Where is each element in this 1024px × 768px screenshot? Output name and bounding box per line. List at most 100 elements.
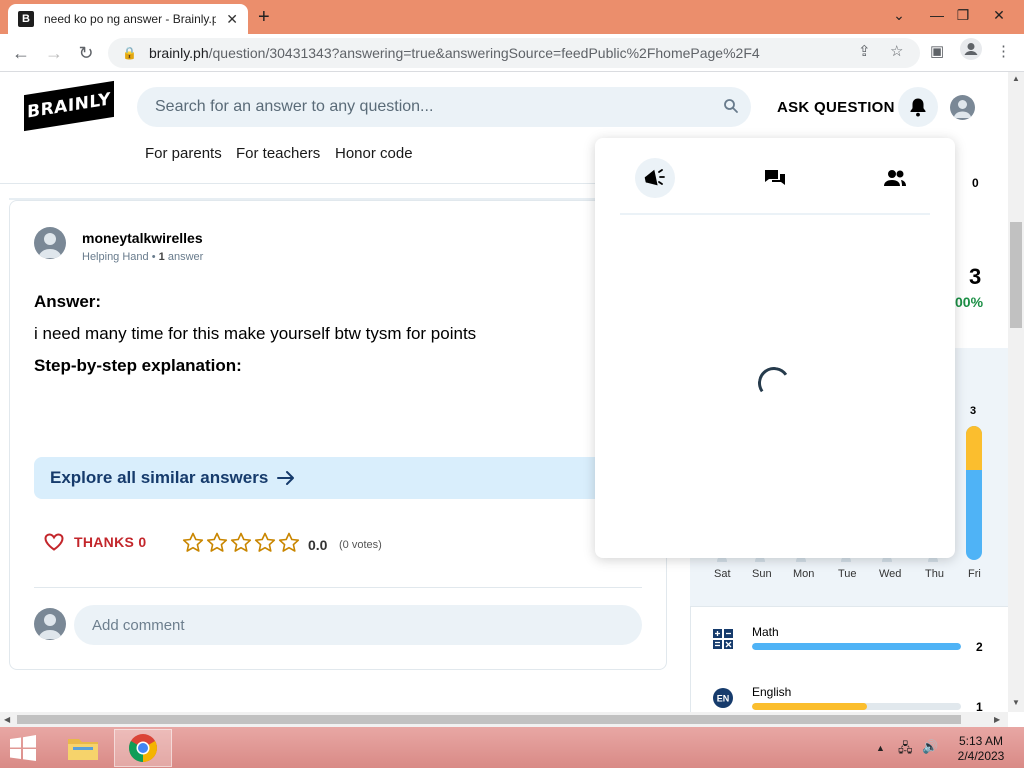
tray-expand-icon[interactable]: ▲: [876, 743, 885, 753]
explore-similar-answers-button[interactable]: Explore all similar answers: [34, 457, 614, 499]
star-icon[interactable]: [182, 532, 204, 553]
profile-icon[interactable]: [960, 38, 982, 64]
ask-question-button[interactable]: ASK QUESTION: [777, 99, 895, 116]
close-window-button[interactable]: ✕: [976, 0, 1022, 30]
new-tab-button[interactable]: +: [258, 6, 270, 29]
popup-tab-announcements[interactable]: [635, 158, 675, 198]
subject-count-math: 2: [976, 640, 983, 654]
activity-bar-friday: [966, 426, 982, 560]
horizontal-scroll-thumb[interactable]: [17, 715, 961, 724]
user-avatar[interactable]: [950, 95, 975, 120]
scroll-left-icon[interactable]: ◀: [4, 715, 10, 724]
close-tab-icon[interactable]: ✕: [226, 11, 238, 28]
taskbar-file-explorer[interactable]: [54, 729, 112, 767]
scroll-down-icon[interactable]: ▼: [1012, 698, 1020, 707]
browser-tab[interactable]: B need ko po ng answer - Brainly.ph ✕: [8, 4, 248, 34]
star-icon[interactable]: [206, 532, 228, 553]
explore-label: Explore all similar answers: [50, 468, 269, 487]
horizontal-scrollbar[interactable]: ◀ ▶: [0, 712, 1008, 727]
network-icon[interactable]: 🖧: [898, 739, 913, 761]
windows-start-icon[interactable]: [8, 735, 38, 761]
commenter-avatar: [34, 608, 66, 640]
url-text: brainly.ph/question/30431343?answering=t…: [148, 45, 760, 61]
votes-count: (0 votes): [339, 539, 382, 551]
comment-box[interactable]: [74, 605, 642, 645]
popup-tab-messages[interactable]: [755, 158, 795, 198]
subject-name-english: English: [752, 685, 792, 699]
scroll-right-icon[interactable]: ▶: [994, 715, 1000, 724]
clock-time: 5:13 AM: [958, 734, 1004, 748]
star-icon[interactable]: [278, 532, 300, 553]
day-label-thu: Thu: [925, 568, 944, 580]
stat-big-number: 3: [969, 264, 982, 289]
messages-icon: [765, 170, 785, 185]
search-bar[interactable]: [137, 87, 751, 127]
search-icon[interactable]: [723, 98, 739, 114]
subject-fill-english: [752, 703, 867, 710]
loading-spinner-icon: [755, 364, 793, 402]
side-panel-icon[interactable]: ▣: [930, 42, 944, 60]
taskbar-clock[interactable]: 5:13 AM 2/4/2023: [946, 734, 1016, 764]
comment-input[interactable]: [92, 616, 592, 634]
svg-text:EN: EN: [717, 694, 730, 704]
volume-icon[interactable]: 🔊: [922, 739, 938, 755]
stat-small-value: 0: [972, 176, 979, 190]
reload-icon[interactable]: ↻: [75, 42, 97, 64]
chrome-icon: [129, 734, 157, 762]
subject-bar-english: [752, 703, 961, 710]
day-label-wed: Wed: [879, 568, 902, 580]
subject-bar-math: [752, 643, 961, 650]
arrow-right-icon: [277, 471, 295, 485]
windows-taskbar: ▲ 🖧 🔊: [0, 727, 1024, 768]
vertical-scrollbar[interactable]: ▲ ▼: [1008, 72, 1024, 712]
notifications-button[interactable]: [898, 87, 938, 127]
thanks-button[interactable]: THANKS 0: [44, 533, 146, 551]
subject-fill-math: [752, 643, 961, 650]
notifications-popup: [595, 138, 955, 558]
rating-stars[interactable]: [182, 532, 300, 553]
thanks-label: THANKS 0: [74, 534, 147, 550]
day-label-tue: Tue: [838, 568, 857, 580]
bookmark-star-icon[interactable]: ☆: [890, 42, 903, 60]
star-icon[interactable]: [230, 532, 252, 553]
back-arrow-icon[interactable]: ←: [10, 42, 32, 64]
scroll-up-icon[interactable]: ▲: [1012, 74, 1020, 83]
subject-name-math: Math: [752, 625, 779, 639]
taskbar-chrome[interactable]: [114, 729, 172, 767]
share-icon[interactable]: ⇪: [858, 42, 871, 60]
popup-divider: [620, 213, 930, 215]
answerer-rank: Helping Hand: [82, 251, 149, 263]
answer-count-suffix: answer: [167, 251, 204, 263]
chrome-menu-icon[interactable]: ⋮: [996, 42, 1011, 60]
stat-percent: 00%: [955, 294, 984, 310]
activity-bar-value: 3: [970, 405, 977, 417]
card-top-border: [9, 198, 667, 200]
answerer-avatar[interactable]: [34, 227, 66, 259]
day-label-fri: Fri: [968, 568, 981, 580]
step-by-step-heading: Step-by-step explanation:: [34, 356, 242, 375]
nav-honor-code[interactable]: Honor code: [335, 145, 413, 162]
star-icon[interactable]: [254, 532, 276, 553]
activity-bar-yellow-segment: [966, 426, 982, 470]
day-label-sat: Sat: [714, 568, 731, 580]
header-divider: [0, 183, 690, 184]
search-input[interactable]: [155, 98, 695, 116]
english-icon: EN: [713, 688, 733, 708]
answerer-meta: Helping Hand • 1 answer: [82, 251, 203, 263]
forward-arrow-icon[interactable]: →: [43, 42, 65, 64]
tab-title: need ko po ng answer - Brainly.ph: [44, 12, 216, 26]
megaphone-icon: [644, 169, 665, 186]
answerer-username[interactable]: moneytalkwirelles: [82, 230, 203, 246]
day-label-sun: Sun: [752, 568, 772, 580]
answer-heading: Answer:: [34, 292, 102, 311]
heart-icon: [44, 533, 64, 551]
brainly-logo[interactable]: BRAINLY: [24, 80, 114, 132]
popup-tab-friends[interactable]: [875, 158, 915, 198]
address-bar[interactable]: 🔒 brainly.ph/question/30431343?answering…: [108, 38, 920, 68]
vertical-scroll-thumb[interactable]: [1010, 222, 1022, 328]
nav-for-teachers[interactable]: For teachers: [236, 145, 320, 162]
lock-icon: 🔒: [122, 46, 137, 60]
brainly-favicon-icon: B: [18, 11, 34, 27]
nav-for-parents[interactable]: For parents: [145, 145, 222, 162]
bell-icon: [910, 98, 926, 117]
